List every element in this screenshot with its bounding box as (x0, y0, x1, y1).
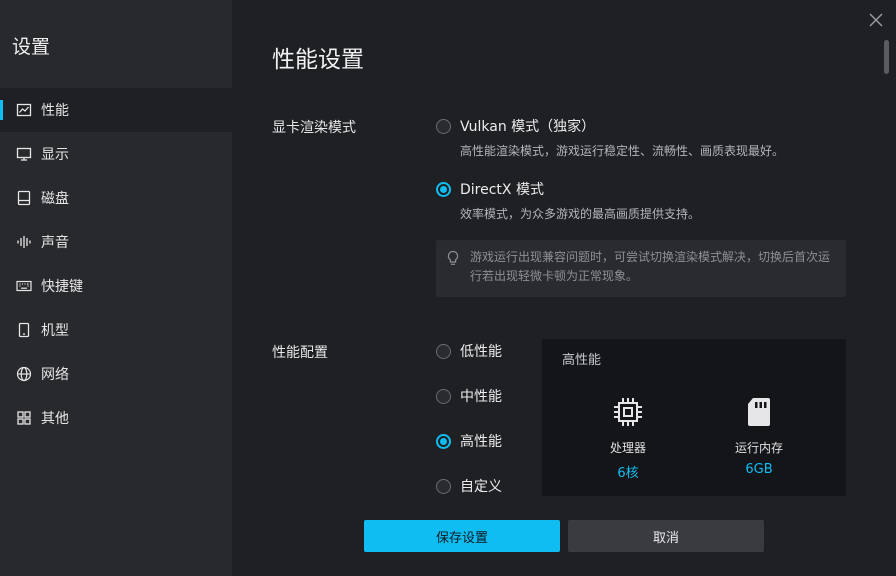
globe-icon (16, 366, 32, 382)
perf-config-label: 性能配置 (272, 345, 328, 361)
vulkan-description: 高性能渲染模式，游戏运行稳定性、流畅性、画质表现最好。 (460, 144, 785, 158)
keyboard-icon (16, 278, 32, 294)
render-mode-directx-radio[interactable]: DirectX 模式 (436, 179, 544, 199)
perf-medium-radio[interactable]: 中性能 (436, 386, 502, 406)
memory-card-icon (704, 395, 814, 429)
phone-icon (16, 322, 32, 338)
radio-label: DirectX 模式 (460, 182, 544, 198)
disk-icon (16, 190, 32, 206)
monitor-icon (16, 146, 32, 162)
close-icon (869, 13, 883, 27)
radio-circle[interactable] (436, 478, 451, 494)
save-button[interactable]: 保存设置 (364, 520, 560, 552)
sound-wave-icon (16, 234, 32, 250)
radio-label: 中性能 (460, 389, 502, 405)
sidebar-item-label: 性能 (41, 103, 69, 119)
tip-text: 游戏运行出现兼容问题时，可尝试切换渲染模式解决，切换后首次运行若出现轻微卡顿为正… (470, 250, 831, 283)
render-mode-vulkan-radio[interactable]: Vulkan 模式（独家） (436, 116, 595, 136)
sidebar-item-label: 快捷键 (41, 279, 83, 295)
radio-label: Vulkan 模式（独家） (460, 119, 596, 135)
radio-label: 自定义 (460, 479, 502, 495)
ram-spec-value: 6GB (745, 462, 773, 477)
sidebar-item-sound[interactable]: 声音 (0, 220, 232, 264)
directx-description: 效率模式，为众多游戏的最高画质提供支持。 (460, 207, 701, 221)
render-mode-tip: 游戏运行出现兼容问题时，可尝试切换渲染模式解决，切换后首次运行若出现轻微卡顿为正… (436, 240, 846, 297)
sidebar-item-device-model[interactable]: 机型 (0, 308, 232, 352)
sidebar-item-shortcuts[interactable]: 快捷键 (0, 264, 232, 308)
sidebar-item-label: 显示 (41, 147, 69, 163)
radio-circle[interactable] (436, 433, 451, 449)
cpu-spec: 处理器 6核 (573, 395, 683, 481)
lightbulb-icon (447, 250, 459, 265)
ram-spec-name: 运行内存 (734, 441, 783, 455)
sidebar-item-display[interactable]: 显示 (0, 132, 232, 176)
sidebar-nav: 性能 显示 磁盘 声音 快捷键 机型 网络 其他 (0, 88, 232, 440)
sidebar-item-other[interactable]: 其他 (0, 396, 232, 440)
sidebar-item-label: 机型 (41, 323, 69, 339)
radio-label: 高性能 (460, 434, 502, 450)
sidebar-item-performance[interactable]: 性能 (0, 88, 232, 132)
scrollbar-thumb[interactable] (884, 40, 889, 74)
radio-circle[interactable] (436, 118, 451, 134)
grid-icon (16, 410, 32, 426)
radio-circle[interactable] (436, 388, 451, 404)
sidebar-item-label: 磁盘 (41, 191, 69, 207)
render-mode-label: 显卡渲染模式 (272, 120, 356, 136)
close-button[interactable] (866, 10, 886, 30)
cpu-chip-icon (573, 395, 683, 429)
cpu-spec-name: 处理器 (609, 441, 646, 455)
cpu-spec-value: 6核 (617, 466, 639, 481)
chart-line-icon (16, 102, 32, 118)
radio-circle[interactable] (436, 181, 451, 197)
sidebar-item-disk[interactable]: 磁盘 (0, 176, 232, 220)
perf-high-radio[interactable]: 高性能 (436, 431, 502, 451)
perf-low-radio[interactable]: 低性能 (436, 341, 502, 361)
cancel-button[interactable]: 取消 (568, 520, 764, 552)
perf-custom-radio[interactable]: 自定义 (436, 476, 502, 496)
page-title: 性能设置 (272, 47, 364, 73)
sidebar-item-label: 其他 (41, 411, 69, 427)
sidebar-title: 设置 (12, 36, 51, 58)
ram-spec: 运行内存 6GB (704, 395, 814, 477)
perf-card-title: 高性能 (562, 353, 602, 368)
sidebar-item-label: 网络 (41, 367, 69, 383)
sidebar-item-label: 声音 (41, 235, 69, 251)
sidebar: 设置 性能 显示 磁盘 声音 快捷键 机型 网络 其他 (0, 0, 232, 576)
perf-summary-card: 高性能 处理器 6核 运行内存 6GB (542, 339, 846, 496)
sidebar-item-network[interactable]: 网络 (0, 352, 232, 396)
radio-circle[interactable] (436, 343, 451, 359)
radio-label: 低性能 (460, 344, 502, 360)
